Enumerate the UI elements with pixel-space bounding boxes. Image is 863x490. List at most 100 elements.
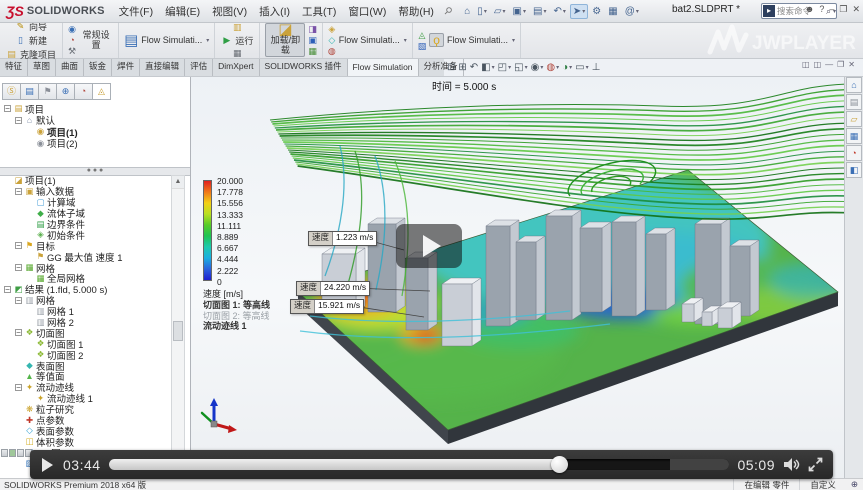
scroll-box[interactable] bbox=[17, 449, 24, 457]
solidworks-resources-icon[interactable]: ⌂ bbox=[846, 77, 862, 93]
featuremanager-tab[interactable]: Ⓢ bbox=[2, 83, 21, 100]
tab-Flow Simulation[interactable]: Flow Simulation bbox=[348, 58, 419, 76]
tab-焊件[interactable]: 焊件 bbox=[112, 58, 140, 76]
tree-item[interactable]: −❖切面图 bbox=[3, 327, 174, 338]
tree-item[interactable]: ◈初始条件 bbox=[3, 229, 174, 240]
units-icon[interactable]: ◔ bbox=[69, 35, 74, 45]
close-icon[interactable]: ✕ bbox=[851, 4, 861, 15]
expander-icon[interactable]: − bbox=[15, 329, 22, 336]
flow-simulation-dropdown-1[interactable]: ▤ Flow Simulati... ▾ bbox=[119, 22, 215, 58]
seek-handle[interactable] bbox=[551, 456, 568, 473]
globe-icon[interactable]: ⊕ bbox=[846, 479, 863, 490]
design-library-icon[interactable]: ▤ bbox=[846, 94, 862, 110]
scroll-box[interactable] bbox=[1, 449, 8, 457]
tile-windows-icon[interactable]: ◫ bbox=[814, 60, 822, 69]
propertymanager-tab[interactable]: ▤ bbox=[21, 83, 39, 100]
expander-icon[interactable]: − bbox=[15, 242, 22, 249]
tree-item[interactable]: ▥网格 1 bbox=[3, 306, 174, 317]
cut-plot-icon[interactable]: ◈ bbox=[328, 24, 335, 34]
tree-item-selected[interactable]: ◉项目(1) bbox=[3, 126, 188, 138]
display-toggle-button[interactable]: ϙ bbox=[429, 33, 444, 47]
tree-item[interactable]: ❋粒子研究 bbox=[3, 404, 174, 415]
view-palette-icon[interactable]: ▦ bbox=[846, 128, 862, 144]
tree-item[interactable]: ◆流体子域 bbox=[3, 208, 174, 219]
tree-item[interactable]: ◇表面参数 bbox=[3, 425, 174, 436]
home-icon[interactable]: ⌂ bbox=[461, 4, 473, 19]
restore-icon[interactable]: ❐ bbox=[838, 4, 848, 15]
tab-曲面[interactable]: 曲面 bbox=[56, 58, 84, 76]
flow-simulation-tree-tab[interactable]: ◬ bbox=[93, 83, 111, 100]
close-doc-icon[interactable]: ✕ bbox=[848, 60, 855, 69]
zoom-to-area-icon[interactable]: ⊞ bbox=[458, 62, 466, 73]
undo-icon[interactable]: ↶▾ bbox=[550, 4, 568, 19]
custom-properties-icon[interactable]: ◧ bbox=[846, 162, 862, 178]
tree-item[interactable]: ✦流动迹线 1 bbox=[3, 393, 174, 404]
surface-plot-icon[interactable]: ◇ bbox=[328, 35, 335, 45]
tree-item[interactable]: ◉项目(2) bbox=[3, 138, 188, 150]
tree-item[interactable]: ▲等值面 bbox=[3, 371, 174, 382]
parameters-icon[interactable]: ▧ bbox=[418, 41, 427, 51]
tab-直接编辑[interactable]: 直接编辑 bbox=[140, 58, 185, 76]
tree-item[interactable]: ◆表面图 bbox=[3, 360, 174, 371]
tree-item[interactable]: −◩结果 (1.fld, 5.000 s) bbox=[3, 284, 174, 295]
solver-monitor-row[interactable]: ▦ bbox=[231, 48, 244, 59]
tree-item[interactable]: ◪项目(1) bbox=[3, 175, 174, 186]
panel-scrollbar[interactable]: ▲ bbox=[171, 175, 185, 451]
run-button[interactable]: ▶ 运行 bbox=[220, 34, 254, 47]
tools-icon[interactable]: ⚒ bbox=[68, 46, 76, 56]
restore-doc-icon[interactable]: ❐ bbox=[837, 60, 844, 69]
batch-results-icon[interactable]: ▦ bbox=[308, 46, 317, 56]
user-icon[interactable]: ☻ bbox=[804, 4, 815, 15]
options-icon[interactable]: ⚙ bbox=[589, 4, 604, 19]
hide-show-items-icon[interactable]: ◉▾ bbox=[531, 62, 544, 73]
save-icon[interactable]: ▣▾ bbox=[510, 4, 529, 19]
previous-view-icon[interactable]: ↶ bbox=[470, 62, 478, 73]
view-orientation-icon[interactable]: ◰▾ bbox=[498, 62, 511, 73]
expander-icon[interactable]: − bbox=[4, 105, 11, 112]
rollback-bar-icon[interactable]: ⊥ bbox=[592, 62, 601, 73]
view-settings-icon[interactable]: ▭▾ bbox=[575, 62, 588, 73]
file-properties-icon[interactable]: ▦ bbox=[605, 4, 620, 19]
tree-item[interactable]: ◫体积参数 bbox=[3, 436, 174, 447]
tree-item[interactable]: −▦网格 bbox=[3, 262, 174, 273]
solve-icon-row[interactable]: ▥ bbox=[231, 22, 244, 33]
appearances-scenes-icon[interactable]: ◔ bbox=[846, 145, 862, 161]
graphics-viewport[interactable]: 时间 = 5.000 s 20.00017.77815.55613.33311.… bbox=[190, 76, 845, 479]
scroll-up-icon[interactable]: ▲ bbox=[172, 176, 184, 189]
video-play-overlay-button[interactable] bbox=[396, 224, 462, 268]
cascade-windows-icon[interactable]: ◫ bbox=[802, 60, 810, 69]
expander-icon[interactable]: − bbox=[15, 384, 22, 391]
search-scope-icon[interactable]: ▸ bbox=[763, 5, 775, 17]
tree-item[interactable]: ▢计算域 bbox=[3, 197, 174, 208]
save-results-icon[interactable]: ▣ bbox=[308, 35, 317, 45]
menu-item[interactable]: 插入(I) bbox=[253, 4, 296, 19]
seek-bar[interactable] bbox=[109, 459, 730, 470]
new-project-button[interactable]: ▯ 新建 bbox=[14, 34, 48, 47]
display-style-icon[interactable]: ◱▾ bbox=[514, 62, 527, 73]
load-unload-results-button[interactable]: ◪ 加载/卸载 bbox=[265, 23, 305, 57]
minimize-icon[interactable]: – bbox=[828, 4, 835, 15]
expander-icon[interactable]: − bbox=[15, 117, 22, 124]
expander-icon[interactable]: − bbox=[15, 264, 22, 271]
general-settings-button[interactable]: 常规设置 bbox=[79, 30, 113, 50]
menu-item[interactable]: 视图(V) bbox=[206, 4, 253, 19]
menu-item[interactable]: 编辑(E) bbox=[159, 4, 206, 19]
tab-SOLIDWORKS 插件[interactable]: SOLIDWORKS 插件 bbox=[260, 58, 348, 76]
dimxpertmanager-tab[interactable]: ⊕ bbox=[57, 83, 75, 100]
minimize-doc-icon[interactable]: — bbox=[825, 60, 833, 69]
tree-item[interactable]: ▤边界条件 bbox=[3, 219, 174, 230]
tree-item[interactable]: −▣输入数据 bbox=[3, 186, 174, 197]
flow-simulation-dropdown-2[interactable]: ◈ ◇ ◍ Flow Simulati... ▾ bbox=[323, 22, 413, 58]
tree-item[interactable]: ✚点参数 bbox=[3, 415, 174, 426]
displaymanager-tab[interactable]: ◔ bbox=[75, 83, 93, 100]
menu-item[interactable]: 工具(T) bbox=[296, 4, 342, 19]
trajectory-icon[interactable]: ◬ bbox=[419, 30, 426, 40]
fullscreen-icon[interactable] bbox=[808, 457, 823, 472]
menu-item[interactable]: 文件(F) bbox=[113, 4, 159, 19]
scroll-box[interactable] bbox=[9, 449, 16, 457]
tree-horizontal-scroll[interactable] bbox=[1, 449, 32, 457]
help-icon[interactable]: ? bbox=[818, 4, 825, 15]
pin-icon[interactable]: ⚲ bbox=[441, 5, 454, 18]
tree-item[interactable]: −▤项目 bbox=[3, 103, 188, 115]
print-icon[interactable]: ▤▾ bbox=[530, 4, 549, 19]
